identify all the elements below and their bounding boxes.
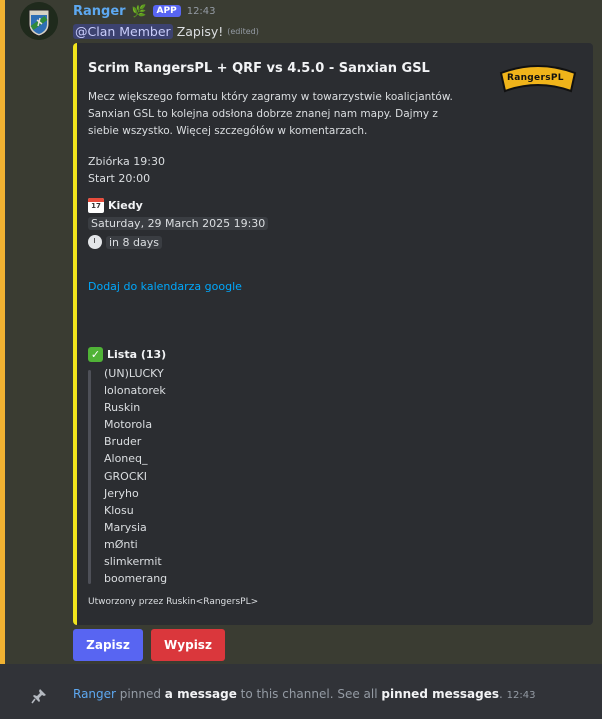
list-item: GROCKI (104, 469, 147, 483)
embed-color-bar (73, 43, 77, 625)
list-item: boomerang (104, 572, 168, 586)
pinned-message-link[interactable]: a message (165, 687, 237, 701)
edited-label: (edited) (227, 26, 259, 36)
role-icon: 🌿 (131, 4, 147, 18)
list-item: mØnti (104, 537, 138, 551)
list-item: Bruder (104, 435, 142, 449)
relative-time-row: in 8 days (88, 235, 162, 249)
gather-time: Zbiórka 19:30 (88, 155, 165, 168)
message-time[interactable]: 12:43 (187, 6, 216, 17)
username[interactable]: Ranger (73, 4, 126, 19)
quote-bar (88, 370, 91, 584)
pin-time[interactable]: 12:43 (507, 690, 536, 701)
list-item: Aloneq_ (104, 452, 148, 466)
participant-list: (UN)LUCKY lolonatorek Ruskin Motorola Br… (104, 365, 167, 587)
calendar-icon: 17 (88, 198, 104, 213)
description-line: siebie wszystko. Więcej szczegółów w kom… (88, 125, 368, 137)
embed-title: Scrim RangersPL + QRF vs 4.5.0 - Sanxian… (88, 61, 430, 76)
pinned-messages-link[interactable]: pinned messages (381, 687, 499, 701)
pin-system-message: Ranger pinned a message to this channel.… (0, 670, 602, 719)
list-title: Lista (13) (107, 348, 167, 361)
check-mark-icon: ✓ (88, 347, 103, 362)
relative-timestamp[interactable]: in 8 days (106, 235, 162, 249)
when-field-name: 17 Kiedy (88, 198, 143, 213)
signup-button[interactable]: Zapisz (73, 629, 143, 661)
pin-text-part: pinned (119, 687, 161, 701)
list-item: Jeryho (104, 486, 139, 500)
event-embed: Scrim RangersPL + QRF vs 4.5.0 - Sanxian… (73, 43, 593, 625)
event-timestamp[interactable]: Saturday, 29 March 2025 19:30 (88, 217, 269, 230)
pin-text-part: to this channel. See all (240, 687, 378, 701)
list-item: lolonatorek (104, 384, 166, 398)
embed-thumbnail-logo: RangersPL (499, 63, 577, 93)
pin-text-part: . (498, 687, 503, 701)
google-calendar-link[interactable]: Dodaj do kalendarza google (88, 280, 242, 293)
signout-button[interactable]: Wypisz (151, 629, 225, 661)
list-field-name: ✓ Lista (13) (88, 347, 166, 362)
list-item: Ruskin (104, 401, 141, 415)
message-header: Ranger 🌿 APP 12:43 (73, 2, 216, 20)
app-badge: APP (152, 5, 181, 17)
list-item: (UN)LUCKY (104, 367, 164, 380)
clock-icon (88, 235, 102, 249)
message-text: Zapisy! (176, 23, 224, 39)
pin-username[interactable]: Ranger (73, 687, 116, 701)
list-item: Klosu (104, 503, 134, 517)
avatar[interactable] (20, 2, 58, 40)
list-item: Marysia (104, 520, 147, 534)
mention-highlight-bar (0, 0, 5, 664)
list-item: slimkermit (104, 555, 162, 569)
start-time: Start 20:00 (88, 172, 151, 185)
pin-text: Ranger pinned a message to this channel.… (73, 687, 535, 701)
description-line: Sanxian GSL to kolejna odsłona dobrze zn… (88, 108, 438, 120)
description-line: Mecz większego formatu który zagramy w t… (88, 91, 453, 103)
pin-icon (31, 688, 47, 704)
list-item: Motorola (104, 418, 153, 432)
embed-footer: Utworzony przez Ruskin<RangersPL> (88, 597, 259, 607)
message-content: @Clan Member Zapisy! (edited) (73, 22, 259, 40)
logo-text: RangersPL (507, 73, 564, 83)
embed-description: Mecz większego formatu który zagramy w t… (88, 89, 488, 140)
when-label: Kiedy (108, 199, 143, 212)
role-mention[interactable]: @Clan Member (73, 23, 173, 39)
when-date-row: Saturday, 29 March 2025 19:30 (88, 217, 269, 230)
